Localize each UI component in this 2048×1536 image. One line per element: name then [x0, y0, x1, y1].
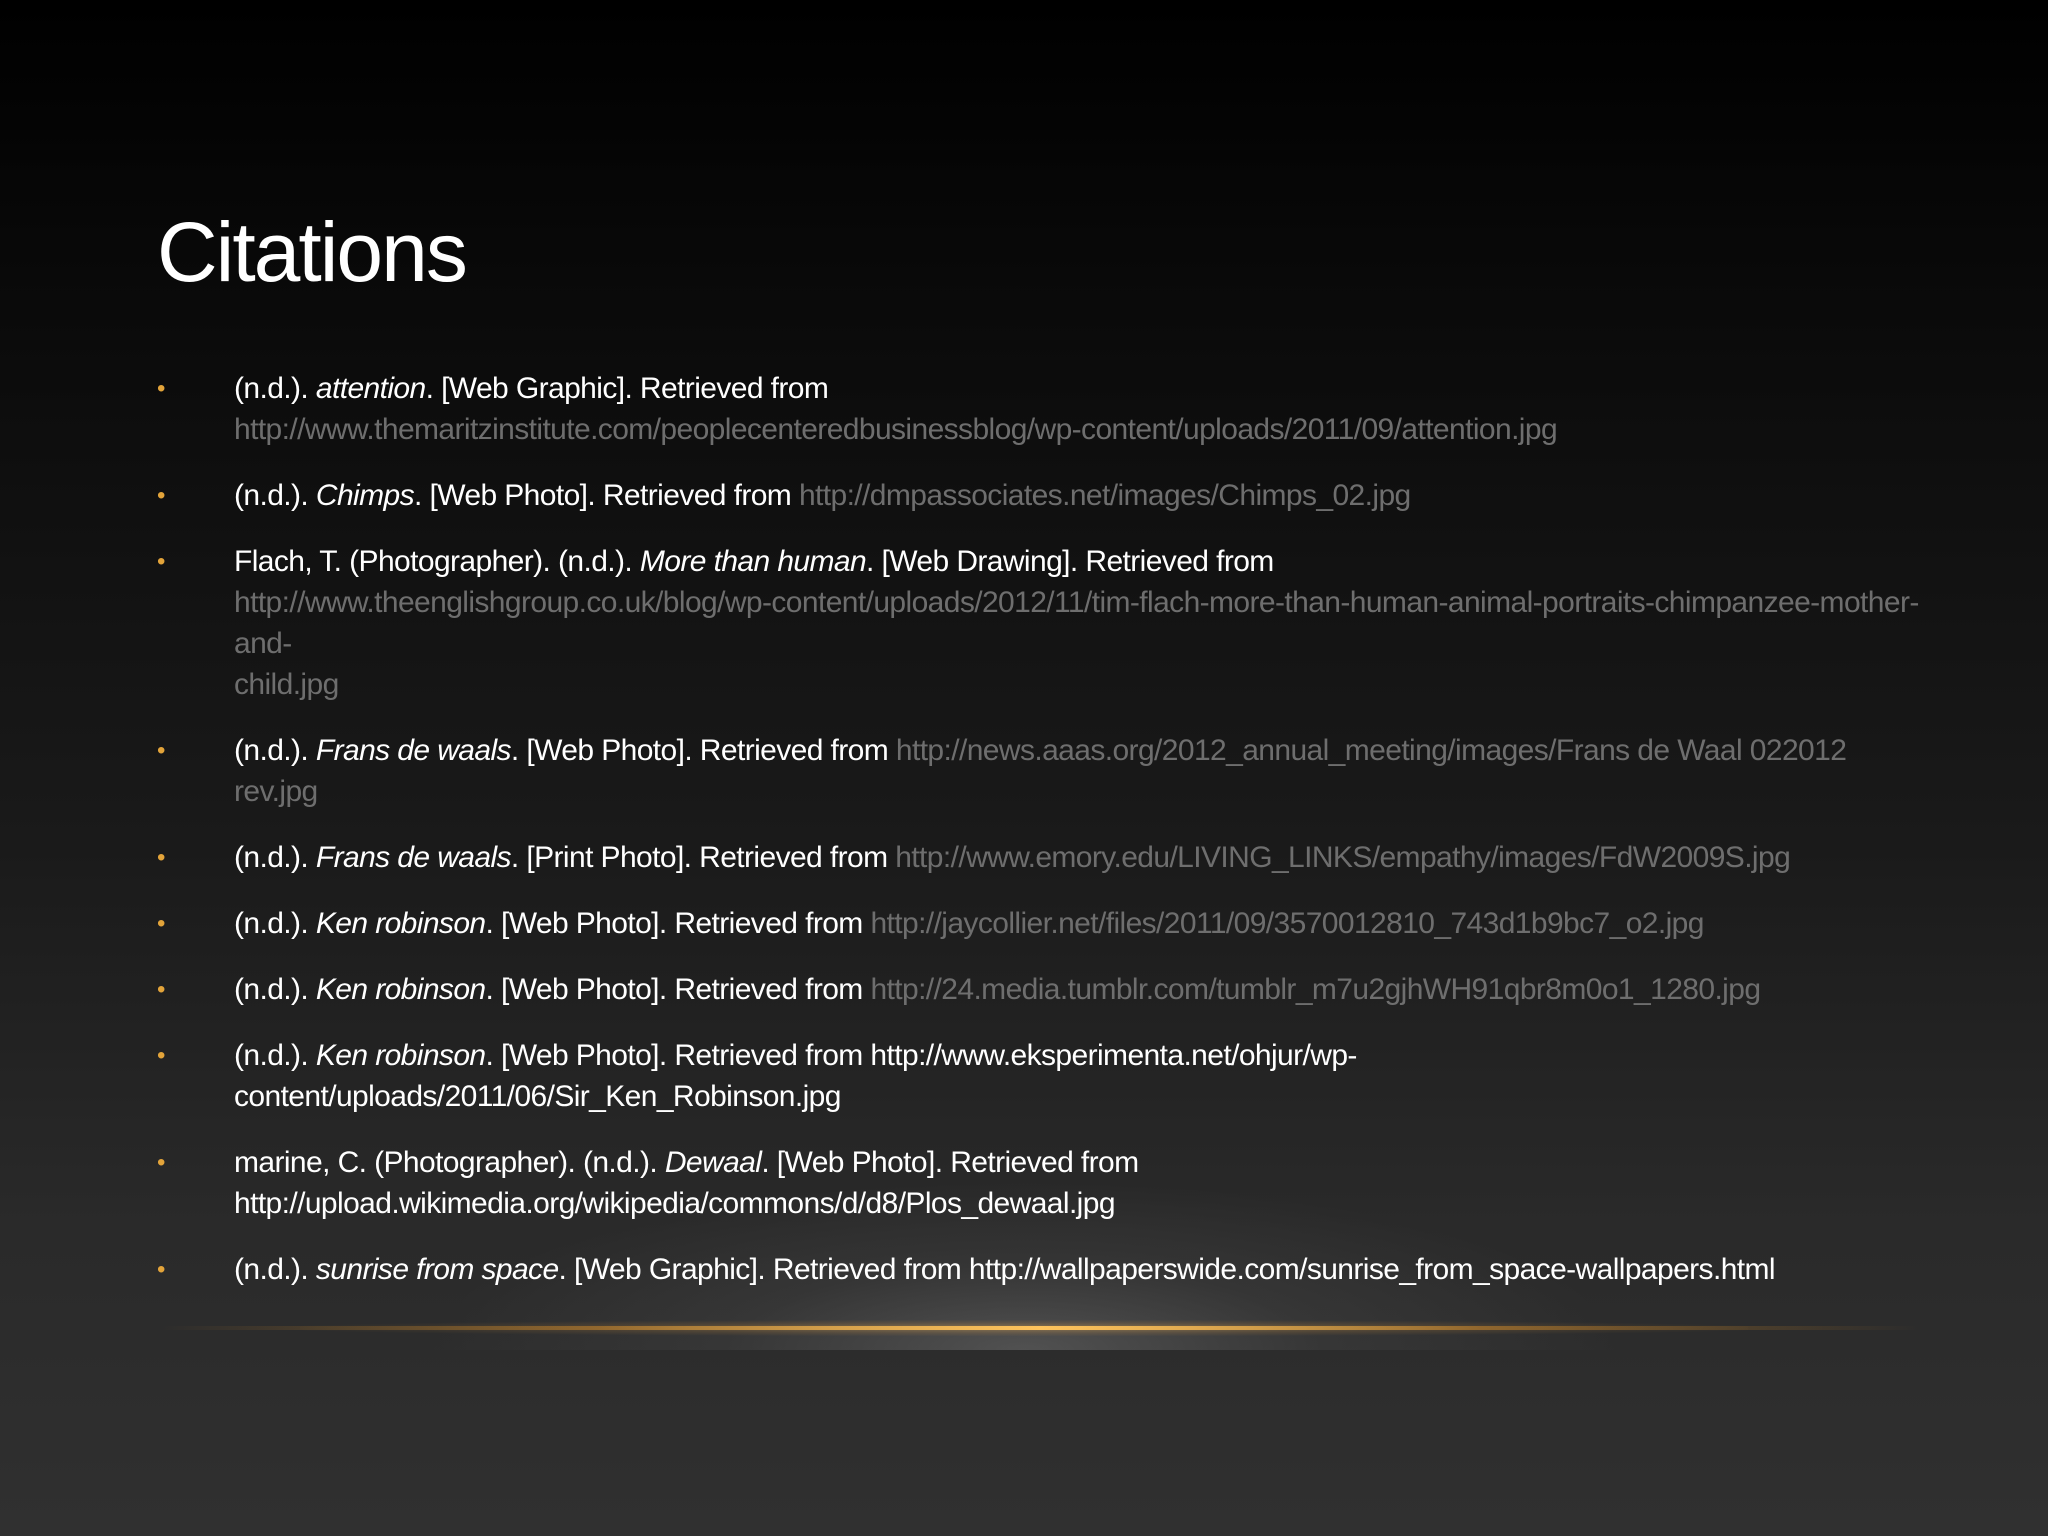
citation-link-continued[interactable]: rev.jpg [234, 775, 318, 808]
citation-item: • (n.d.). Ken robinson. [Web Photo]. Ret… [157, 1035, 1957, 1117]
bullet-icon: • [157, 910, 165, 937]
citation-prefix: Flach, T. (Photographer). (n.d.). [234, 545, 640, 578]
citation-suffix: . [Web Photo]. Retrieved from [761, 1146, 1139, 1179]
citation-item: • (n.d.). sunrise from space. [Web Graph… [157, 1249, 1957, 1290]
citation-suffix: . [Web Drawing]. Retrieved from [866, 545, 1274, 578]
citation-title: attention [315, 372, 426, 405]
citation-prefix: (n.d.). [234, 907, 316, 940]
citation-link-continued[interactable]: child.jpg [234, 668, 339, 701]
citation-suffix: . [Web Photo]. Retrieved from [413, 479, 799, 512]
citation-suffix: . [Web Photo]. Retrieved from http://www… [485, 1039, 1357, 1072]
citation-title: sunrise from space [315, 1253, 559, 1286]
citation-item: • Flach, T. (Photographer). (n.d.). More… [157, 541, 1957, 705]
citation-link[interactable]: http://dmpassociates.net/images/Chimps_0… [799, 479, 1411, 512]
citation-item: • (n.d.). Frans de waals. [Web Photo]. R… [157, 730, 1957, 812]
citation-prefix: (n.d.). [234, 1253, 316, 1286]
citation-prefix: marine, C. (Photographer). (n.d.). [234, 1146, 665, 1179]
citation-title: Chimps [315, 479, 415, 512]
bullet-icon: • [157, 548, 165, 575]
citation-link[interactable]: http://jaycollier.net/files/2011/09/3570… [870, 907, 1704, 940]
citation-item: • (n.d.). Ken robinson. [Web Photo]. Ret… [157, 903, 1957, 944]
bullet-icon: • [157, 737, 165, 764]
bullet-icon: • [157, 1256, 165, 1283]
citation-suffix: . [Web Graphic]. Retrieved from http://w… [558, 1253, 1776, 1286]
bullet-icon: • [157, 375, 165, 402]
citation-suffix: . [Web Graphic]. Retrieved from [425, 372, 829, 405]
citation-list: • (n.d.). attention. [Web Graphic]. Retr… [157, 368, 1957, 1315]
citation-title: More than human [639, 545, 867, 578]
citation-link[interactable]: http://24.media.tumblr.com/tumblr_m7u2gj… [870, 973, 1761, 1006]
citation-title: Ken robinson [315, 907, 486, 940]
slide: Citations • (n.d.). attention. [Web Grap… [0, 0, 2048, 1536]
citation-item: • (n.d.). Ken robinson. [Web Photo]. Ret… [157, 969, 1957, 1010]
citation-item: • marine, C. (Photographer). (n.d.). Dew… [157, 1142, 1957, 1224]
citation-prefix: (n.d.). [234, 734, 316, 767]
citation-link-continued: content/uploads/2011/06/Sir_Ken_Robinson… [234, 1080, 841, 1113]
citation-link[interactable]: http://www.themaritzinstitute.com/people… [234, 413, 1558, 446]
slide-title: Citations [157, 205, 468, 299]
bullet-icon: • [157, 976, 165, 1003]
citation-title: Dewaal [664, 1146, 762, 1179]
citation-title: Ken robinson [315, 973, 486, 1006]
bullet-icon: • [157, 844, 165, 871]
citation-title: Frans de waals [315, 734, 512, 767]
citation-prefix: (n.d.). [234, 372, 316, 405]
citation-title: Frans de waals [315, 841, 512, 874]
citation-prefix: (n.d.). [234, 479, 316, 512]
horizon-line [160, 1326, 1920, 1330]
citation-prefix: (n.d.). [234, 973, 316, 1006]
citation-suffix: . [Web Photo]. Retrieved from [485, 973, 871, 1006]
citation-title: Ken robinson [315, 1039, 486, 1072]
citation-item: • (n.d.). Chimps. [Web Photo]. Retrieved… [157, 475, 1957, 516]
citation-prefix: (n.d.). [234, 1039, 316, 1072]
citation-item: • (n.d.). Frans de waals. [Print Photo].… [157, 837, 1957, 878]
citation-item: • (n.d.). attention. [Web Graphic]. Retr… [157, 368, 1957, 450]
citation-suffix: . [Web Photo]. Retrieved from [485, 907, 871, 940]
citation-suffix: . [Web Photo]. Retrieved from [510, 734, 896, 767]
citation-url-text: http://upload.wikimedia.org/wikipedia/co… [234, 1187, 1116, 1220]
bullet-icon: • [157, 482, 165, 509]
bullet-icon: • [157, 1149, 165, 1176]
citation-link[interactable]: http://www.emory.edu/LIVING_LINKS/empath… [895, 841, 1791, 874]
bullet-icon: • [157, 1042, 165, 1069]
citation-prefix: (n.d.). [234, 841, 316, 874]
citation-link[interactable]: http://news.aaas.org/2012_annual_meeting… [896, 734, 1847, 767]
citation-link[interactable]: http://www.theenglishgroup.co.uk/blog/wp… [234, 586, 1919, 660]
citation-suffix: . [Print Photo]. Retrieved from [510, 841, 896, 874]
